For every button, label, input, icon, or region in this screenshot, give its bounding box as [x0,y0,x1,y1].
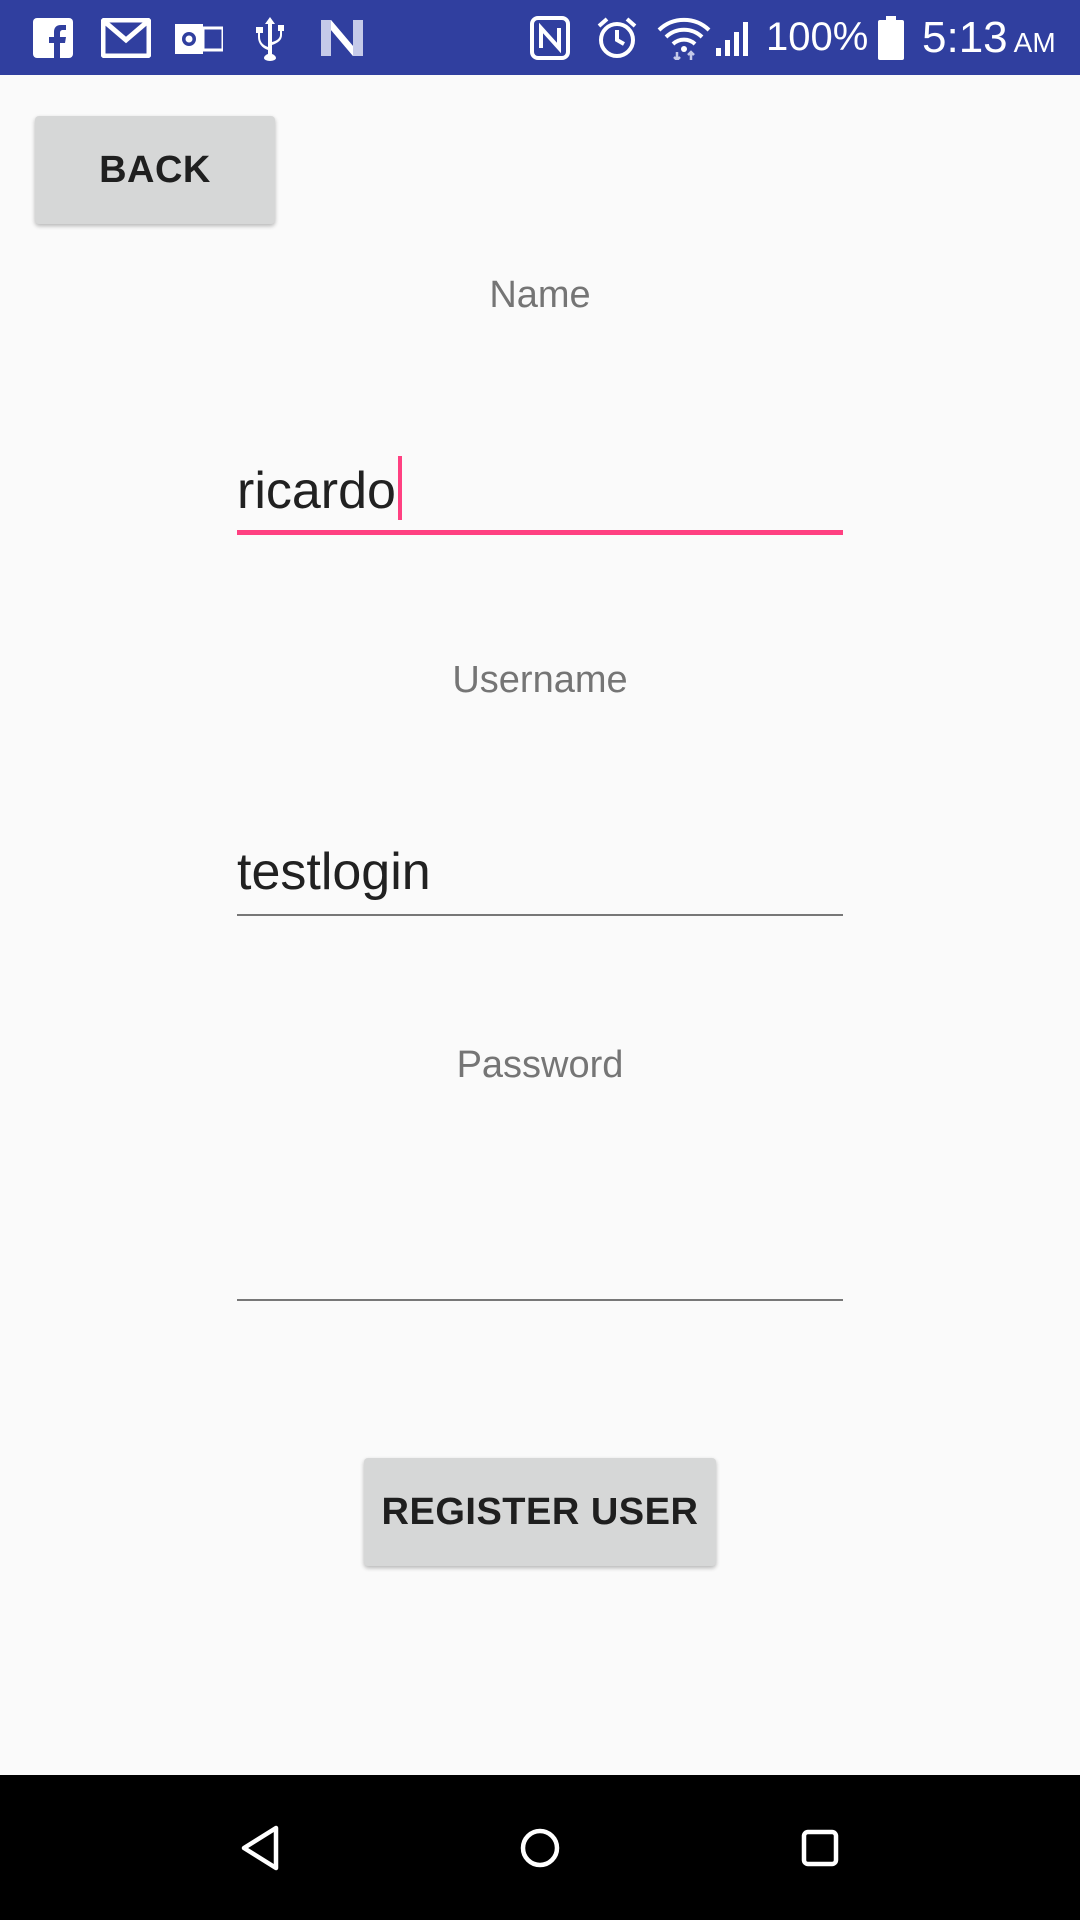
name-field-text: ricardo [237,462,396,520]
clock-ampm: AM [1013,27,1056,58]
username-field-underline [237,914,843,916]
facebook-icon [30,0,76,75]
username-field[interactable]: testlogin [237,836,843,916]
back-button[interactable]: BACK [35,116,275,224]
name-field-underline [237,530,843,535]
alarm-icon [594,0,640,75]
home-nav-icon[interactable] [480,1775,600,1920]
battery-icon [876,0,906,75]
usb-icon [250,0,290,75]
password-label: Password [456,1044,624,1086]
back-nav-icon[interactable] [200,1775,320,1920]
battery-percent: 100% [766,15,869,59]
text-cursor [397,456,402,520]
clock: 5:13 AM [922,0,1056,75]
recents-nav-icon[interactable] [760,1775,880,1920]
name-field-value: ricardo [237,456,402,521]
username-field-value: testlogin [237,843,431,901]
navigation-bar [0,1775,1080,1920]
password-field[interactable] [237,1221,843,1301]
signal-icon [712,0,756,75]
register-user-button[interactable]: REGISTER USER [364,1458,716,1566]
gmail-icon [100,0,152,75]
password-field-underline [237,1299,843,1301]
name-label: Name [489,274,591,316]
username-label: Username [452,659,628,701]
clock-time: 5:13 [922,13,1008,62]
name-field[interactable]: ricardo [237,455,843,535]
nfc-icon [527,0,573,75]
status-bar: 100% 5:13 AM [0,0,1080,75]
n-app-icon [318,0,366,75]
wifi-icon [656,0,712,75]
outlook-icon [174,0,224,75]
